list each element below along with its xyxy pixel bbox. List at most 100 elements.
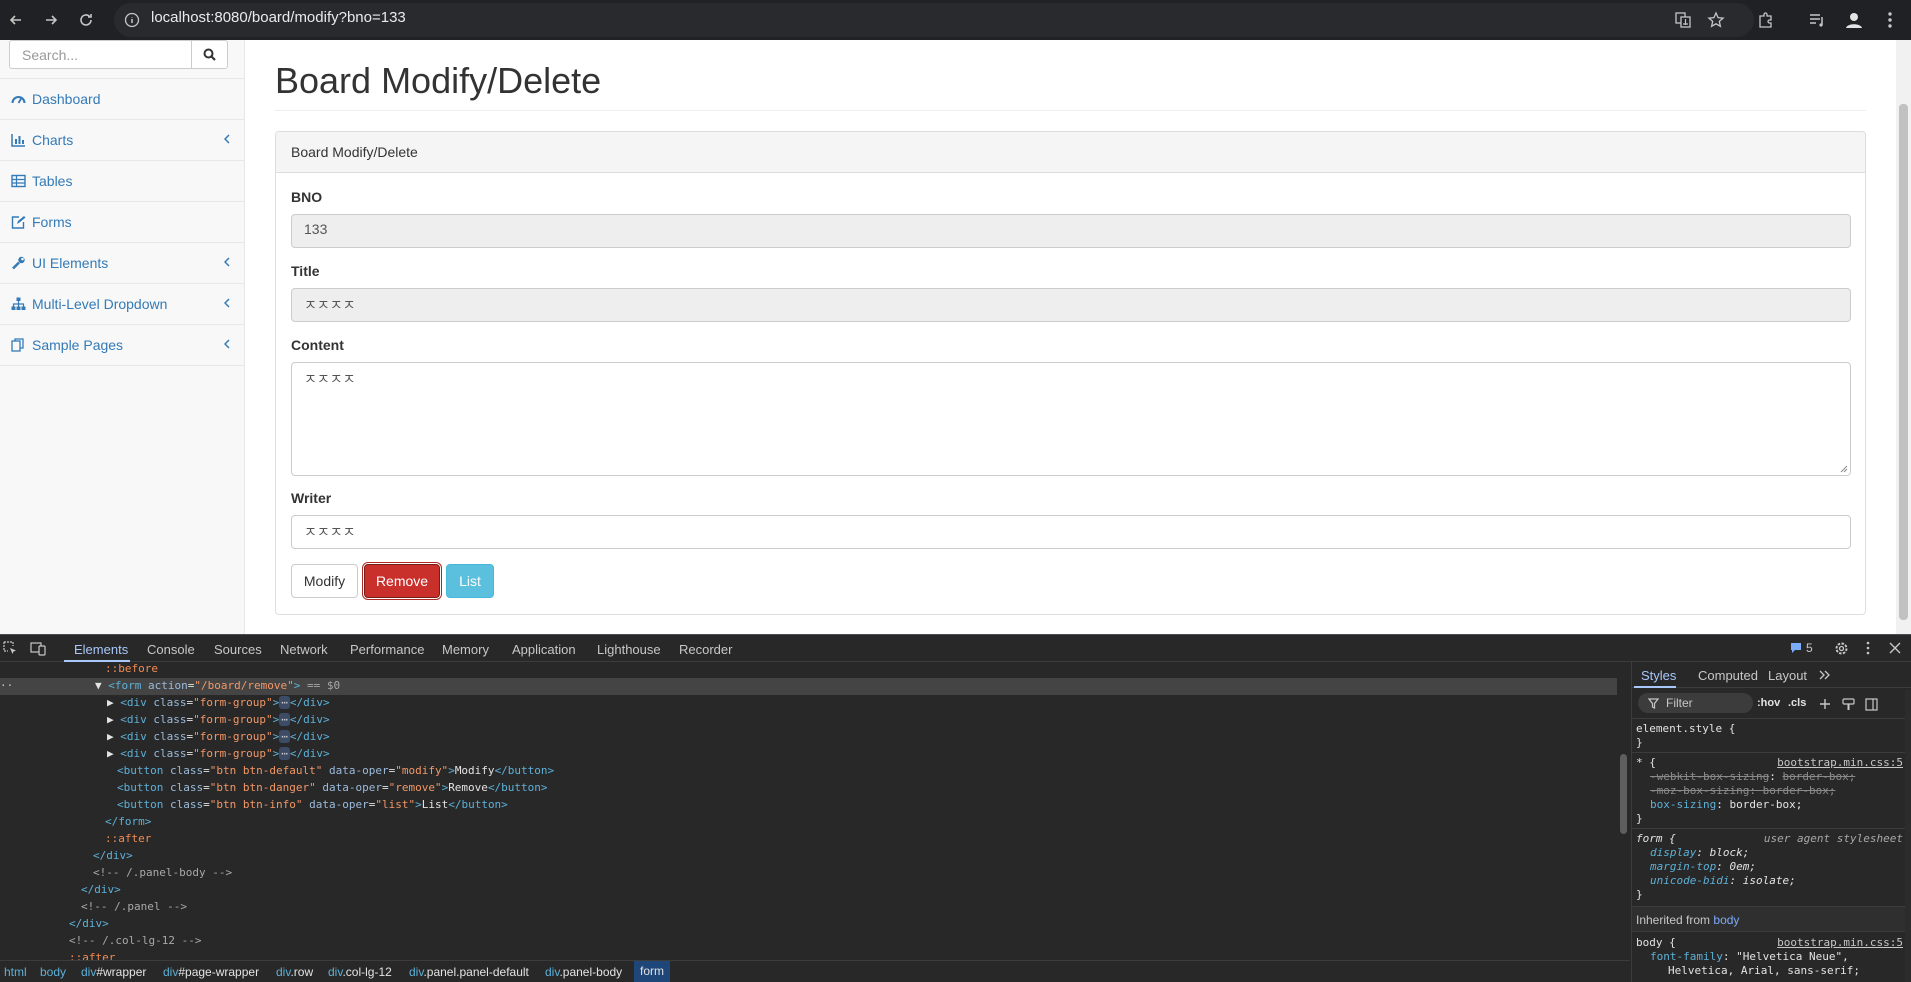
close-icon[interactable] (1889, 642, 1901, 654)
collapsed-ellipsis[interactable]: ⋯ (279, 747, 290, 760)
dom-node-btn-remove[interactable]: <button class="btn btn-danger" data-oper… (117, 779, 548, 796)
menu-button[interactable] (1876, 6, 1904, 34)
dom-node-after[interactable]: ::after (105, 830, 151, 847)
elements-scrollbar[interactable] (1617, 664, 1630, 960)
sidebar-item-ui-elements[interactable]: UI Elements (0, 243, 244, 284)
hov-toggle[interactable]: :hov (1757, 697, 1780, 709)
sidebar-item-sample-pages[interactable]: Sample Pages (0, 325, 244, 366)
search-button[interactable] (191, 40, 228, 69)
bookmark-button[interactable] (1702, 6, 1730, 34)
page-scrollbar-thumb[interactable] (1899, 104, 1908, 620)
tab-memory[interactable]: Memory (442, 642, 489, 657)
tab-elements[interactable]: Elements (74, 642, 128, 657)
paint-brush-icon[interactable] (1842, 698, 1855, 711)
back-button[interactable] (2, 6, 30, 34)
dom-node-div-close[interactable]: </div> (69, 915, 109, 932)
breadcrumb-panel[interactable]: div.panel.panel-default (409, 965, 529, 979)
dom-node-after[interactable]: ::after (69, 949, 115, 960)
tab-styles[interactable]: Styles (1641, 668, 1676, 683)
dom-node-before[interactable]: ::before (105, 662, 158, 677)
style-declaration[interactable]: -webkit-box-sizing: border-box; (1650, 770, 1855, 784)
sidebar-item-forms[interactable]: Forms (0, 202, 244, 243)
style-declaration[interactable]: font-family: "Helvetica Neue", (1650, 950, 1849, 964)
resize-handle-icon[interactable] (1840, 465, 1848, 473)
writer-field[interactable]: ㅈㅈㅈㅈ (291, 515, 1851, 549)
translate-button[interactable] (1669, 6, 1697, 34)
profile-button[interactable] (1840, 6, 1868, 34)
tab-recorder[interactable]: Recorder (679, 642, 732, 657)
style-declaration[interactable]: unicode-bidi: isolate; (1650, 874, 1796, 888)
tab-computed[interactable]: Computed (1698, 668, 1758, 683)
breadcrumb-wrapper[interactable]: div#wrapper (81, 965, 146, 979)
dom-comment-col[interactable]: <!-- /.col-lg-12 --> (69, 932, 201, 949)
settings-gear-icon[interactable] (1834, 641, 1849, 656)
dom-node-btn-modify[interactable]: <button class="btn btn-default" data-ope… (117, 762, 554, 779)
dom-comment-panel[interactable]: <!-- /.panel --> (81, 898, 187, 915)
content-textarea[interactable]: ㅈㅈㅈㅈ (291, 362, 1851, 476)
sidebar-toggle-icon[interactable] (1865, 698, 1878, 711)
title-field[interactable]: ㅈㅈㅈㅈ (291, 288, 1851, 322)
forward-button[interactable] (37, 6, 65, 34)
style-declaration[interactable]: -moz-box-sizing: border-box; (1650, 784, 1835, 798)
universal-selector[interactable]: * { (1636, 756, 1656, 770)
remove-button[interactable]: Remove (364, 564, 440, 598)
dom-node-form-group[interactable]: ▶ <div class="form-group"> ⋯ </div> (107, 711, 330, 728)
inspect-element-icon[interactable] (3, 641, 18, 656)
devtools-menu-icon[interactable] (1866, 641, 1870, 655)
stylesheet-link[interactable]: bootstrap.min.css:5 (1777, 936, 1903, 949)
bno-field[interactable]: 133 (291, 214, 1851, 248)
tab-network[interactable]: Network (280, 642, 328, 657)
issues-badge[interactable]: 5 (1790, 641, 1813, 655)
search-input[interactable] (9, 40, 191, 69)
media-button[interactable] (1803, 6, 1831, 34)
sidebar-item-multi-level-dropdown[interactable]: Multi-Level Dropdown (0, 284, 244, 325)
breadcrumb-row[interactable]: div.row (276, 965, 313, 979)
breadcrumb-body[interactable]: body (40, 965, 66, 979)
breadcrumb-col[interactable]: div.col-lg-12 (328, 965, 392, 979)
tab-console[interactable]: Console (147, 642, 195, 657)
inherited-element-link[interactable]: body (1713, 913, 1739, 927)
element-style-rule[interactable]: element.style { (1636, 722, 1735, 736)
collapsed-ellipsis[interactable]: ⋯ (279, 730, 290, 743)
sidebar-item-charts[interactable]: Charts (0, 120, 244, 161)
sidebar-item-tables[interactable]: Tables (0, 161, 244, 202)
page-scrollbar[interactable] (1896, 40, 1911, 634)
style-declaration[interactable]: margin-top: 0em; (1650, 860, 1756, 874)
dom-node-div-close[interactable]: </div> (93, 847, 133, 864)
styles-filter-input[interactable]: Filter (1638, 693, 1753, 713)
form-selector[interactable]: form { (1636, 832, 1676, 846)
sidebar-item-dashboard[interactable]: Dashboard (0, 79, 244, 120)
plus-icon[interactable] (1819, 698, 1831, 710)
tab-lighthouse[interactable]: Lighthouse (597, 642, 661, 657)
style-declaration[interactable]: display: block; (1650, 846, 1749, 860)
breadcrumb-html[interactable]: html (4, 965, 27, 979)
style-declaration[interactable]: box-sizing: border-box; (1650, 798, 1802, 812)
stylesheet-link[interactable]: bootstrap.min.css:5 (1777, 756, 1903, 769)
list-button[interactable]: List (446, 564, 494, 598)
dom-node-form-group[interactable]: ▶ <div class="form-group"> ⋯ </div> (107, 694, 330, 711)
breadcrumb-page-wrapper[interactable]: div#page-wrapper (163, 965, 259, 979)
tab-performance[interactable]: Performance (350, 642, 424, 657)
tab-layout[interactable]: Layout (1768, 668, 1807, 683)
dom-node-form-group[interactable]: ▶ <div class="form-group"> ⋯ </div> (107, 745, 330, 762)
breadcrumb-form[interactable]: form (634, 961, 670, 982)
body-selector[interactable]: body { (1636, 936, 1676, 950)
dom-node-div-close[interactable]: </div> (81, 881, 121, 898)
more-tabs-icon[interactable] (1819, 670, 1831, 680)
collapsed-ellipsis[interactable]: ⋯ (279, 713, 290, 726)
reload-button[interactable] (72, 6, 100, 34)
collapsed-ellipsis[interactable]: ⋯ (279, 696, 290, 709)
dom-node-btn-list[interactable]: <button class="btn btn-info" data-oper="… (117, 796, 508, 813)
cls-toggle[interactable]: .cls (1788, 697, 1806, 709)
dom-comment-panel-body[interactable]: <!-- /.panel-body --> (93, 864, 232, 881)
elements-scrollbar-thumb[interactable] (1620, 754, 1627, 834)
dom-node-form-close[interactable]: </form> (105, 813, 151, 830)
breadcrumb-panel-body[interactable]: div.panel-body (545, 965, 622, 979)
extensions-button[interactable] (1752, 6, 1780, 34)
tab-application[interactable]: Application (512, 642, 576, 657)
styles-scrollbar[interactable] (1905, 690, 1911, 982)
dom-node-form[interactable]: ▼ <form action="/board/remove"> == $0 (95, 677, 340, 694)
dom-node-form-group[interactable]: ▶ <div class="form-group"> ⋯ </div> (107, 728, 330, 745)
device-toolbar-icon[interactable] (30, 641, 46, 656)
modify-button[interactable]: Modify (291, 564, 358, 598)
